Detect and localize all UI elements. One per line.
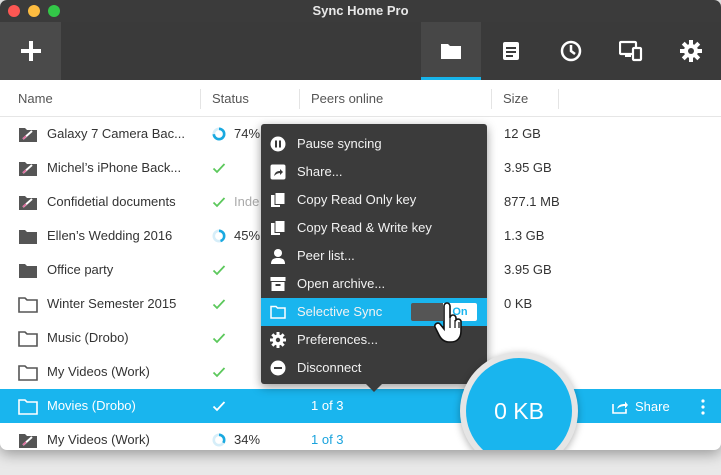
folder-outline-icon — [270, 305, 286, 319]
row-peers-link[interactable]: 1 of 3 — [311, 398, 344, 413]
pause-icon — [270, 136, 286, 152]
devices-tab-button[interactable] — [601, 22, 661, 80]
share-icon — [270, 164, 286, 180]
check-icon — [212, 299, 226, 310]
column-header-peers[interactable]: Peers online — [311, 91, 383, 106]
magnified-size-text: 0 KB — [494, 397, 544, 424]
progress-ring-icon — [212, 433, 226, 447]
copy-icon — [271, 192, 286, 207]
add-folder-button[interactable] — [0, 22, 61, 80]
row-size: 877.1 MB — [504, 194, 560, 209]
menu-item-label: Pause syncing — [297, 136, 382, 151]
row-size: 1.3 GB — [504, 228, 545, 243]
devices-icon — [619, 40, 643, 62]
menu-item-copy-read-only-key[interactable]: Copy Read Only key — [261, 186, 487, 214]
archive-icon — [270, 277, 286, 291]
copy-icon — [271, 220, 286, 235]
check-icon — [212, 163, 226, 174]
menu-item-label: Copy Read & Write key — [297, 220, 432, 235]
folder-broken-icon — [19, 196, 37, 210]
menu-item-open-archive[interactable]: Open archive... — [261, 270, 487, 298]
folder-outline-icon — [18, 297, 38, 313]
row-name: Confidetial documents — [47, 194, 176, 209]
row-size: 3.95 GB — [504, 262, 552, 277]
check-icon — [212, 401, 226, 412]
document-icon — [503, 42, 519, 60]
menu-item-label: Disconnect — [297, 360, 362, 375]
row-name: Music (Drobo) — [47, 330, 129, 345]
row-name: Ellen’s Wedding 2016 — [47, 228, 173, 243]
menu-item-label: Share... — [297, 164, 343, 179]
table-row[interactable]: Movies (Drobo) 1 of 3 Share — [0, 389, 721, 423]
row-status-text: 34% — [234, 432, 261, 447]
row-name: My Videos (Work) — [47, 432, 150, 447]
progress-ring-icon — [212, 229, 226, 243]
menu-item-disconnect[interactable]: Disconnect — [261, 354, 487, 382]
plus-icon — [20, 41, 41, 61]
folder-broken-icon — [19, 162, 37, 176]
row-size: 0 KB — [504, 296, 533, 311]
user-icon — [271, 249, 285, 264]
gear-icon — [270, 332, 286, 348]
row-peers-link[interactable]: 1 of 3 — [311, 432, 344, 447]
row-status-text: 45% — [234, 228, 261, 243]
menu-item-share[interactable]: Share... — [261, 158, 487, 186]
check-icon — [212, 333, 226, 344]
column-header-status[interactable]: Status — [212, 91, 249, 106]
row-share-button[interactable]: Share — [612, 397, 670, 415]
toolbar — [0, 22, 721, 80]
menu-item-label: Peer list... — [297, 248, 355, 263]
folder-broken-icon — [19, 128, 37, 142]
menu-item-copy-read-write-key[interactable]: Copy Read & Write key — [261, 214, 487, 242]
folder-broken-icon — [19, 434, 37, 448]
more-options-icon[interactable] — [700, 398, 706, 416]
row-name: Office party — [47, 262, 114, 277]
clock-icon — [560, 40, 582, 62]
menu-item-pause-syncing[interactable]: Pause syncing — [261, 130, 487, 158]
row-size: 12 GB — [504, 126, 541, 141]
folder-icon — [19, 264, 37, 278]
row-name: Michel’s iPhone Back... — [47, 160, 182, 175]
menu-item-label: Copy Read Only key — [297, 192, 417, 207]
progress-ring-icon — [212, 127, 226, 141]
check-icon — [212, 197, 226, 208]
check-icon — [212, 367, 226, 378]
preferences-tab-button[interactable] — [661, 22, 721, 80]
menu-item-label: Preferences... — [297, 332, 378, 347]
row-size: 3.95 GB — [504, 160, 552, 175]
gear-icon — [680, 40, 702, 62]
share-label: Share — [635, 398, 670, 414]
folder-outline-icon — [18, 365, 38, 381]
row-status-text: Inde — [234, 194, 260, 209]
folder-outline-icon — [18, 331, 38, 347]
share-icon — [612, 401, 628, 414]
row-status-text: 74% — [234, 126, 261, 141]
transfers-tab-button[interactable] — [481, 22, 541, 80]
check-icon — [212, 265, 226, 276]
folders-tab-button[interactable] — [421, 22, 481, 80]
folder-icon — [441, 44, 461, 59]
menu-item-label: Selective Sync — [297, 304, 383, 319]
row-name: Movies (Drobo) — [47, 398, 136, 413]
title-bar: Sync Home Pro — [0, 0, 721, 22]
folder-icon — [19, 230, 37, 244]
table-header: Name Status Peers online Size — [0, 80, 721, 117]
table-row[interactable]: My Videos (Work) 34% 1 of 3 — [0, 423, 721, 450]
column-header-size[interactable]: Size — [503, 91, 528, 106]
history-tab-button[interactable] — [541, 22, 601, 80]
hand-cursor-icon — [434, 302, 462, 343]
menu-item-peer-list[interactable]: Peer list... — [261, 242, 487, 270]
window-title: Sync Home Pro — [312, 3, 409, 18]
app-window: Sync Home Pro Name Status Peers online S… — [0, 0, 721, 450]
folder-outline-icon — [18, 399, 38, 415]
row-name: My Videos (Work) — [47, 364, 150, 379]
menu-item-label: Open archive... — [297, 276, 386, 291]
column-header-name[interactable]: Name — [18, 91, 53, 106]
minus-circle-icon — [270, 360, 286, 376]
row-name: Winter Semester 2015 — [47, 296, 177, 311]
row-name: Galaxy 7 Camera Bac... — [47, 126, 185, 141]
